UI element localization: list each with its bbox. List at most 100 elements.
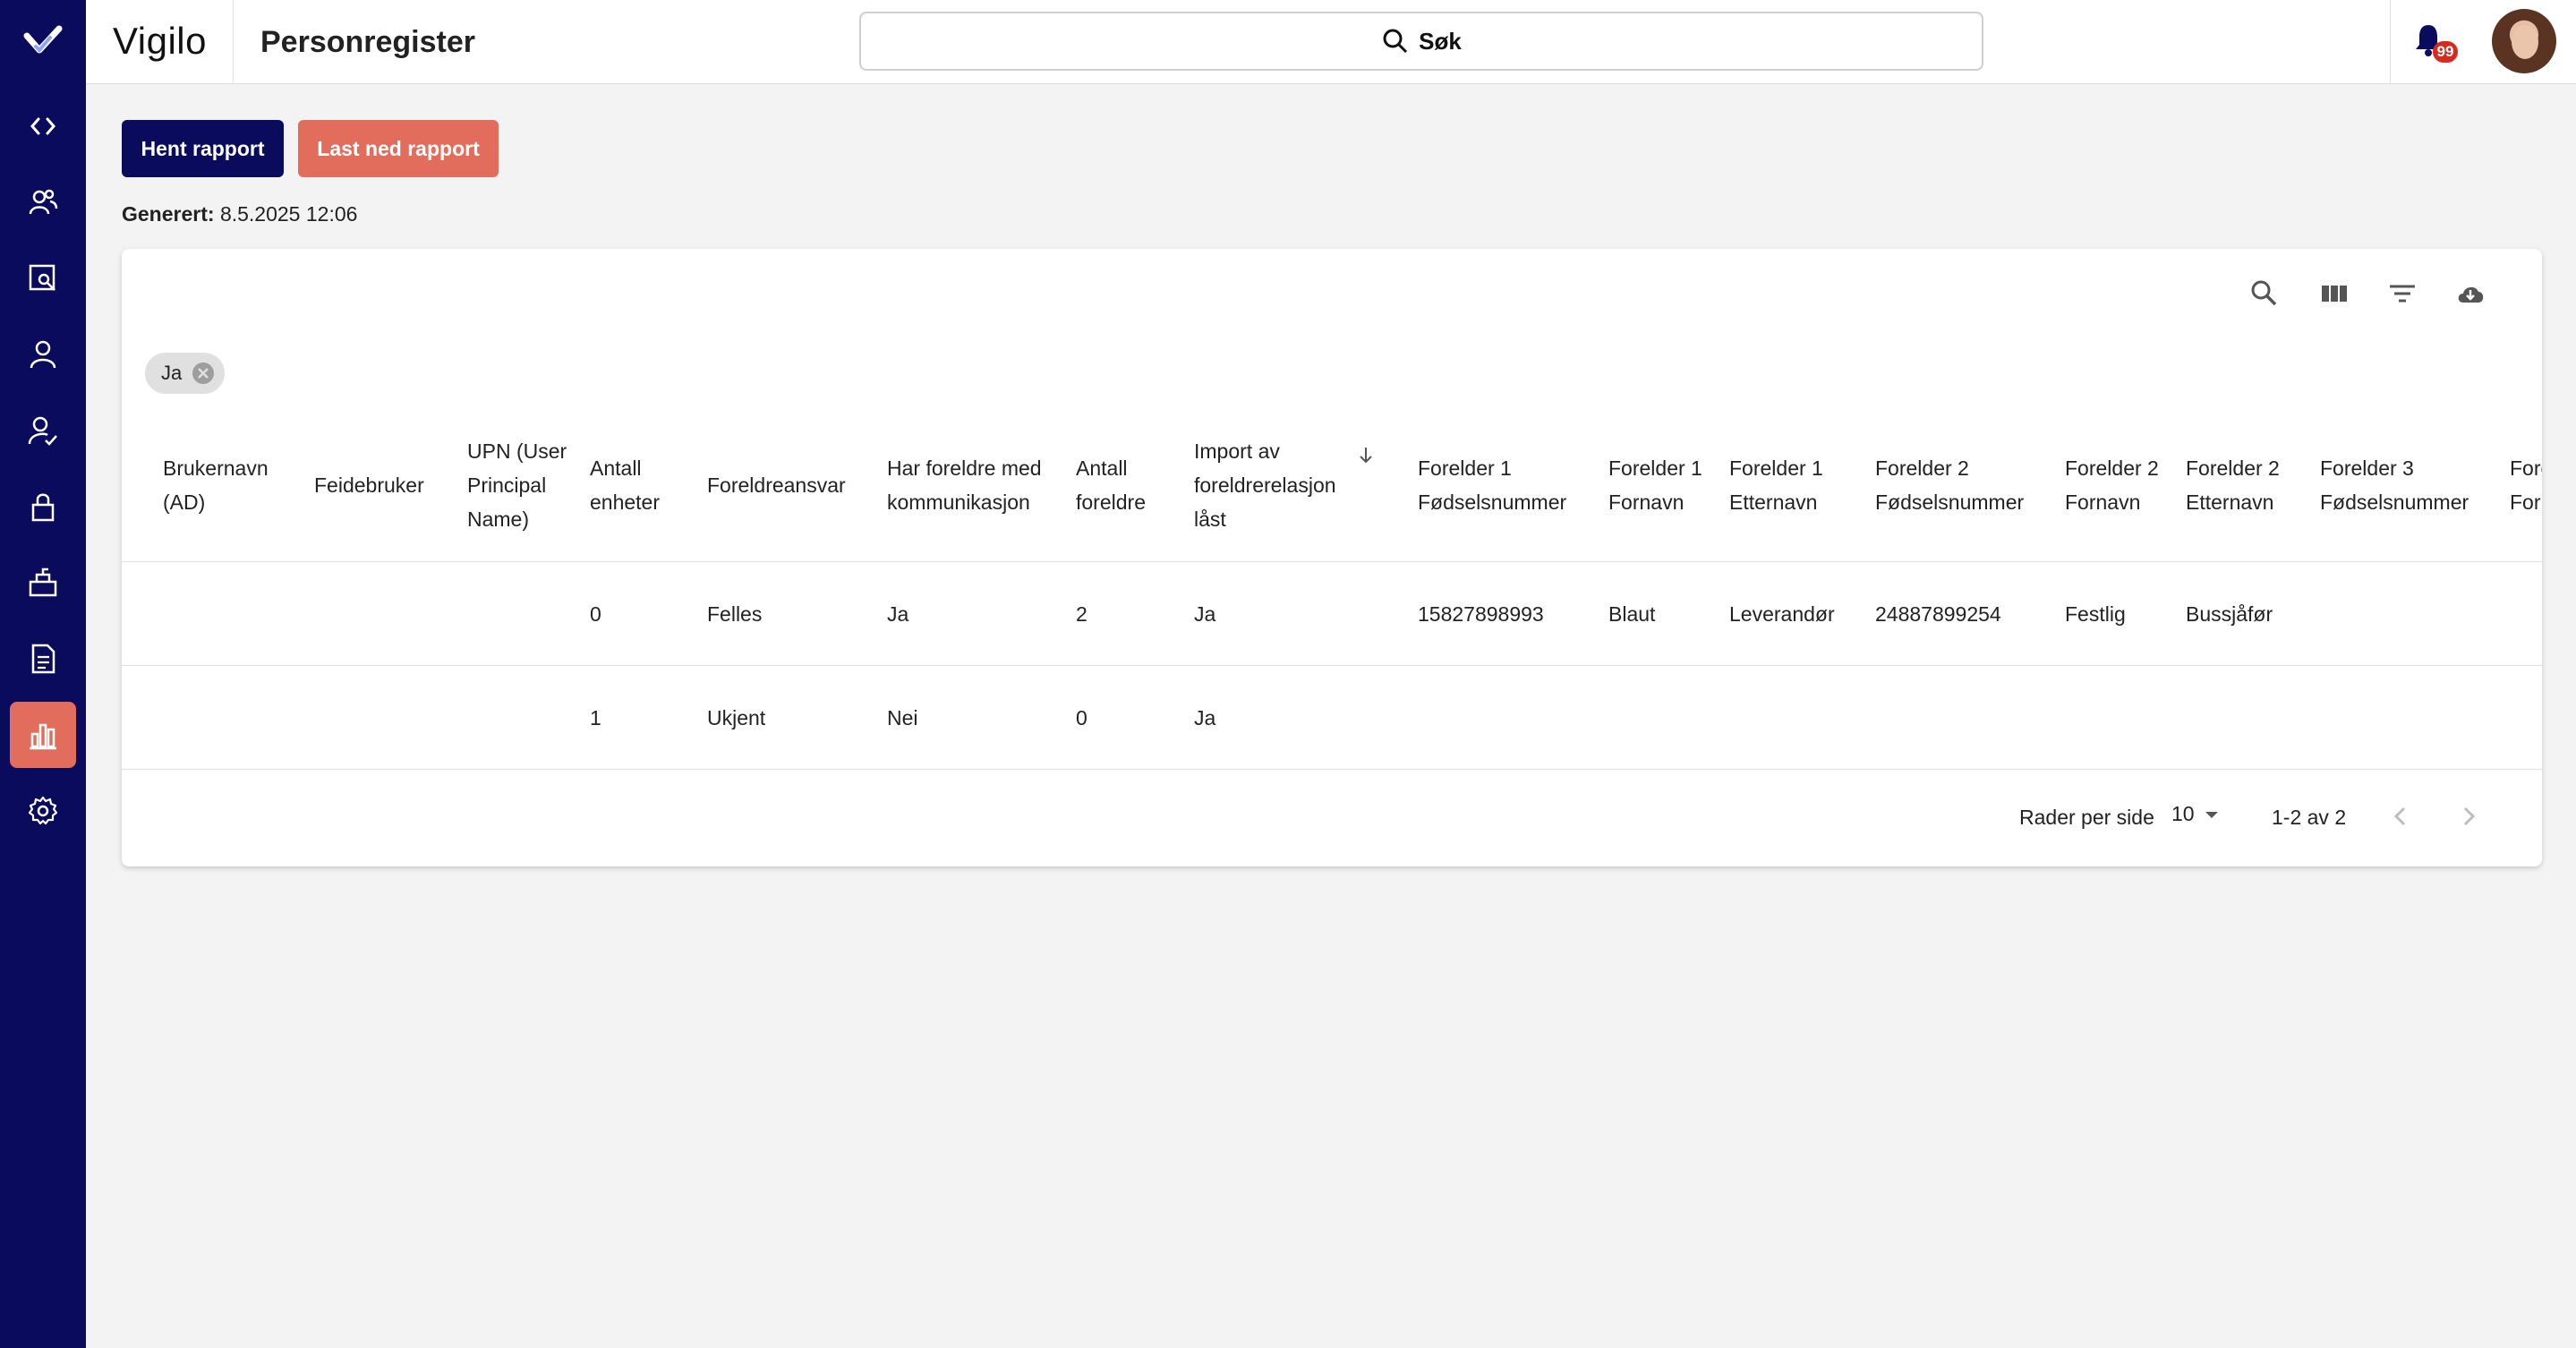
column-header-f3_fnr[interactable]: Forelder 3 Fødselsnummer [2320,408,2499,562]
sidebar-item-documents[interactable] [10,626,76,692]
sidebar-item-lock[interactable] [10,474,76,540]
filter-button[interactable] [2384,276,2420,311]
sidebar-item-search-person[interactable] [10,245,76,311]
sidebar-item-school[interactable] [10,550,76,616]
table-search-button[interactable] [2247,276,2282,311]
cell-f1_etternavn [1729,666,1864,770]
cell-import: Ja [1194,705,1216,729]
search-icon [2251,280,2277,306]
column-header-f2_fornavn[interactable]: Forelder 2 Fornavn [2065,408,2172,562]
cell-import: Ja [1194,601,1216,626]
global-search-input[interactable]: Søk [859,12,1983,71]
cell-antall_enheter: 0 [590,601,601,626]
page-title: Personregister [260,25,475,59]
school-icon [29,567,57,597]
column-header-feidebruker[interactable]: Feidebruker [314,408,457,562]
column-header-import[interactable]: Import av foreldrerelasjon låst [1194,408,1373,562]
lock-icon [31,493,55,522]
sidebar-item-settings[interactable] [10,778,76,844]
sidebar-item-toggle[interactable] [10,93,76,159]
app-name: Vigilo [113,20,207,62]
cell-har_foreldre: Nei [887,705,918,729]
column-header-f3_fornavn[interactable]: Forelder 3 Fornavn [2510,408,2542,562]
previous-page-button[interactable] [2383,798,2418,834]
rows-per-page-value: 10 [2171,802,2195,825]
column-header-brukernavn[interactable]: Brukernavn (AD) [163,408,297,562]
column-header-har_foreldre[interactable]: Har foreldre med kommunikasjon [887,408,1066,562]
cell-f2_etternavn [2186,666,2311,770]
next-page-button[interactable] [2451,798,2486,834]
active-filter-chip: Ja [145,353,226,394]
table-row[interactable]: 1 Ukjent Nei 0 Ja [122,666,2542,770]
person-icon [30,340,56,369]
filter-chip-label: Ja [161,362,183,384]
search-icon [1383,29,1408,54]
cell-foreldreansvar: Ukjent [707,705,766,729]
filter-list-icon [2390,285,2415,303]
search-person-icon [29,264,55,291]
column-header-f2_fnr[interactable]: Forelder 2 Fødselsnummer [1875,408,2054,562]
column-header-f2_etternavn[interactable]: Forelder 2 Etternavn [2186,408,2311,562]
cell-f2_fornavn: Festlig [2065,601,2126,626]
cell-f2_fnr [1875,666,2054,770]
pagination-range: 1-2 av 2 [2272,806,2347,829]
people-icon [29,189,58,215]
header-divider [233,0,234,84]
cell-f2_fnr: 24887899254 [1875,601,2001,626]
sidebar-item-people[interactable] [10,169,76,235]
rows-per-page-label: Rader per side [2019,806,2154,829]
header-divider [2390,0,2391,84]
column-header-f1_fornavn[interactable]: Forelder 1 Fornavn [1608,408,1716,562]
avatar[interactable] [2492,9,2556,73]
cell-foreldreansvar: Felles [707,601,763,626]
cell-f1_fornavn: Blaut [1608,601,1656,626]
columns-button[interactable] [2316,276,2352,311]
cell-antall_enheter: 1 [590,705,601,729]
cell-f1_fnr: 15827898993 [1418,601,1544,626]
vigilo-logo-icon [23,25,63,54]
cell-feidebruker [314,562,457,666]
column-header-f1_etternavn[interactable]: Forelder 1 Etternavn [1729,408,1864,562]
gear-icon [28,796,58,825]
report-table-card: Ja Brukernavn (AD) Feidebruker UPN (User P… [122,249,2542,866]
top-bar: Vigilo Personregister Søk 99 [86,0,2576,84]
cell-f3_fornavn [2510,666,2542,770]
cell-f3_fnr [2320,562,2499,666]
download-report-button[interactable]: Last ned rapport [298,120,499,177]
cell-upn [467,562,584,666]
sidebar-item-reports[interactable] [10,702,76,768]
collapse-code-icon [30,117,55,135]
close-icon[interactable] [191,361,216,386]
cell-upn [467,666,584,770]
table-row[interactable]: 0 Felles Ja 2 Ja 15827898993 Blaut Leverandør 24… [122,562,2542,666]
column-header-antall_foreldre[interactable]: Antall foreldre [1076,408,1183,562]
notifications-button[interactable]: 99 [2411,21,2458,66]
table-pagination: Rader per side 10 1-2 av 2 [122,770,2542,866]
table-header-row: Brukernavn (AD) Feidebruker UPN (User Prin… [122,408,2542,562]
column-header-foreldreansvar[interactable]: Foreldreansvar [707,408,877,562]
fetch-report-button[interactable]: Hent rapport [122,120,284,177]
cell-feidebruker [314,666,457,770]
generated-value: 8.5.2025 12:06 [219,202,358,226]
cell-brukernavn [163,562,297,666]
search-label: Søk [1419,27,1462,55]
download-table-button[interactable] [2452,276,2488,311]
dropdown-arrow-icon [2205,811,2218,818]
column-header-upn[interactable]: UPN (User Principal Name) [467,408,584,562]
cell-brukernavn [163,666,297,770]
sort-desc-icon[interactable] [1355,444,1377,465]
generated-timestamp: Generert: 8.5.2025 12:06 [122,202,357,226]
cell-antall_foreldre: 2 [1076,601,1088,626]
rows-per-page-select[interactable]: 10 [2171,802,2220,826]
person-check-icon [28,416,57,446]
sidebar-item-person[interactable] [10,321,76,388]
cell-har_foreldre: Ja [887,601,909,626]
chevron-right-icon [2463,806,2476,826]
cloud-download-icon [2458,286,2484,303]
column-header-f1_fnr[interactable]: Forelder 1 Fødselsnummer [1418,408,1597,562]
cell-f3_fnr [2320,666,2499,770]
cell-f2_etternavn: Bussjåfør [2186,601,2273,626]
sidebar-item-person-check[interactable] [10,397,76,464]
column-header-antall_enheter[interactable]: Antall enheter [590,408,697,562]
cell-antall_foreldre: 0 [1076,705,1088,729]
